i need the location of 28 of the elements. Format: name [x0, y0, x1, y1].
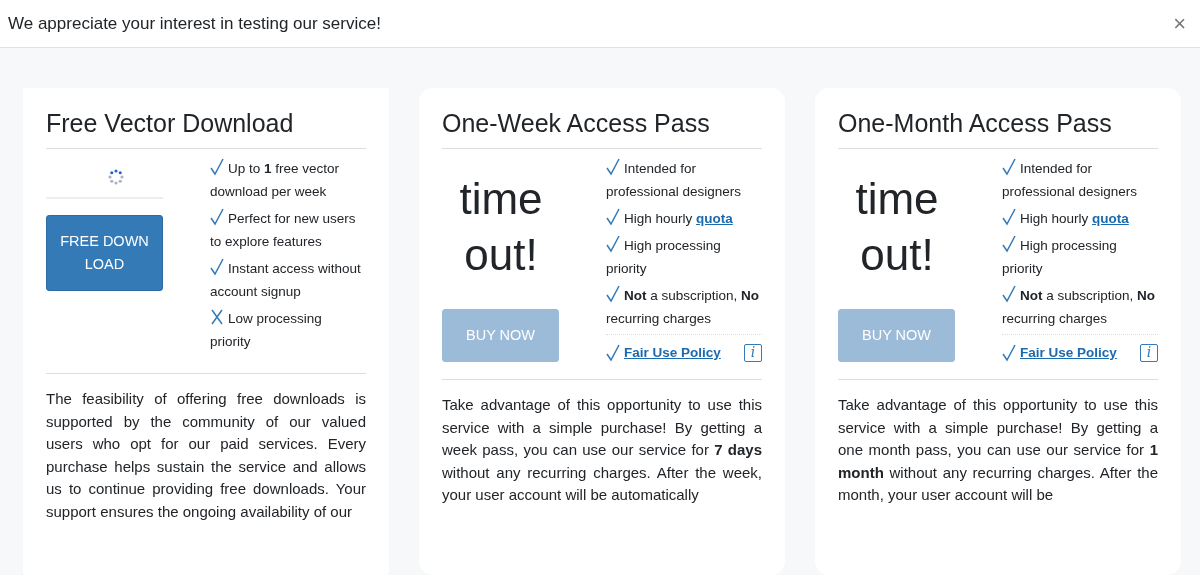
- info-icon[interactable]: i: [1140, 344, 1158, 363]
- card-title: One-Month Access Pass: [838, 108, 1158, 149]
- description-text: Take advantage of this opportunity to use this service with a simple purchase! By getting a week pass, you can use our service for 7 days without any recurring charges. After the week, your user account will be automatically: [442, 395, 762, 506]
- timeout-message: time out!: [458, 173, 544, 281]
- quota-link[interactable]: quota: [696, 211, 733, 226]
- feature-text: High hourly quota: [1020, 211, 1129, 226]
- feature-text: Up to 1 free vector download per week: [210, 161, 340, 199]
- card-title: One-Week Access Pass: [442, 108, 762, 149]
- description-text: The feasibility of offering free downloads is supported by the community of our valued users who opt for our paid services. Every purchase helps sustain the service and allows us to continue providing free downloads. Your support ensures the ongoing availability of our: [46, 389, 366, 522]
- timeout-message: time out!: [854, 173, 940, 281]
- description-text: Take advantage of this opportunity to use this service with a simple purchase! By getting a one month pass, you can use our service for 1 month without any recurring charges. After the month, your user account will be: [838, 395, 1158, 506]
- card-title: Free Vector Download: [46, 108, 366, 149]
- policy-link[interactable]: Fair Use Policy: [1020, 343, 1117, 364]
- feature-text: High hourly quota: [624, 211, 733, 226]
- feature-text: Not a subscription, No recurring charges: [1002, 288, 1156, 326]
- policy-link[interactable]: Fair Use Policy: [624, 343, 721, 364]
- quota-link[interactable]: quota: [1092, 211, 1129, 226]
- feature-text: Perfect for new users to explore features: [210, 211, 356, 249]
- feature-text: Intended for professional designers: [1002, 161, 1138, 199]
- dialog-title: We appreciate your interest in testing our service!: [8, 12, 381, 35]
- feature-text: Intended for professional designers: [606, 161, 742, 199]
- info-icon[interactable]: i: [744, 344, 762, 363]
- loading-spinner-icon: [108, 169, 124, 185]
- close-button[interactable]: ×: [1167, 12, 1192, 35]
- feature-text: Instant access without account signup: [210, 261, 361, 299]
- download-button[interactable]: FREE DOWN LOAD: [46, 215, 163, 291]
- feature-text: Not a subscription, No recurring charges: [606, 288, 760, 326]
- feature-text: Low processing priority: [210, 311, 322, 349]
